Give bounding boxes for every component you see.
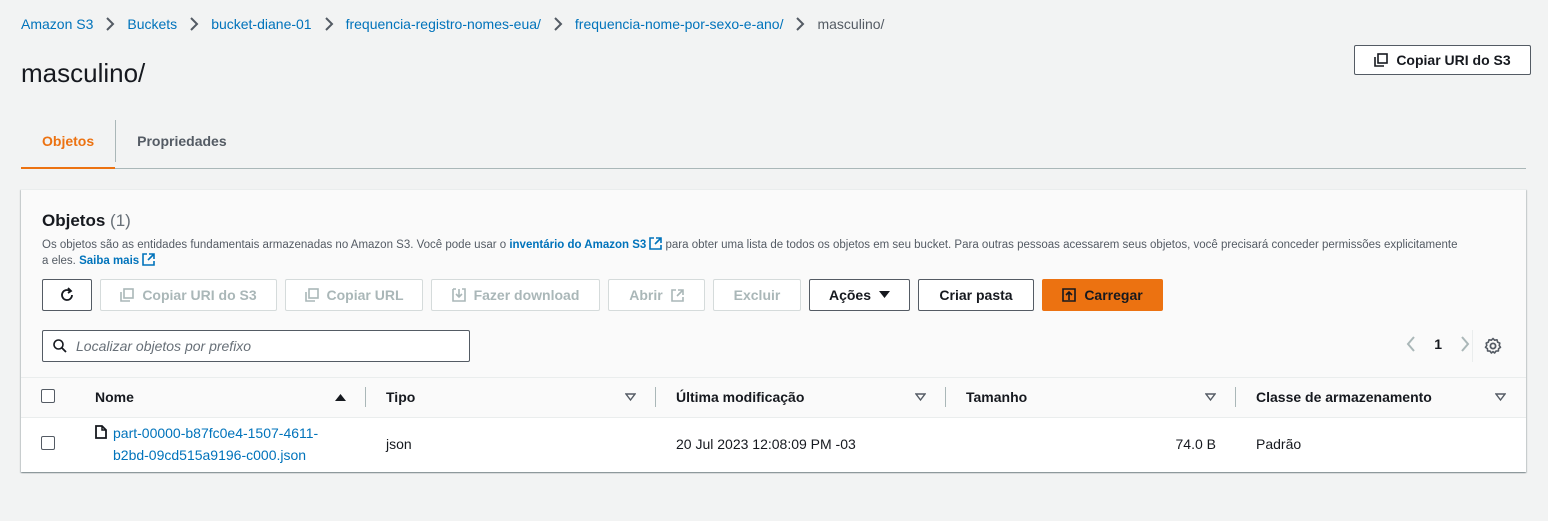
column-header-type[interactable]: Tipo: [366, 378, 656, 418]
select-all-header: [21, 378, 75, 418]
column-label-name: Nome: [95, 389, 134, 406]
breadcrumb-amazon-s3[interactable]: Amazon S3: [21, 16, 93, 32]
tab-objects[interactable]: Objetos: [21, 113, 116, 169]
learn-more-link[interactable]: Saiba mais: [79, 253, 155, 267]
breadcrumb-current: masculino/: [817, 16, 885, 32]
page-title: masculino/: [21, 58, 146, 88]
copy-icon: [120, 288, 135, 302]
download-label: Fazer download: [473, 287, 580, 303]
sort-icon[interactable]: [1495, 393, 1506, 402]
select-all-checkbox[interactable]: [41, 388, 55, 403]
copy-s3-uri-header-label: Copiar URI do S3: [1396, 52, 1511, 68]
pagination: 1: [1406, 336, 1470, 352]
delete-label: Excluir: [733, 287, 781, 303]
copy-url-label: Copiar URL: [326, 287, 404, 303]
objects-title-text: Objetos: [42, 211, 106, 230]
caret-down-icon: [879, 291, 891, 299]
open-label: Abrir: [629, 287, 663, 303]
breadcrumb-buckets[interactable]: Buckets: [127, 16, 177, 32]
external-link-icon: [142, 253, 155, 266]
column-label-storage-class: Classe de armazenamento: [1256, 389, 1432, 406]
copy-icon: [1374, 53, 1389, 67]
cell-storage-class: Padrão: [1256, 436, 1302, 453]
settings-icon[interactable]: [1484, 337, 1502, 355]
objects-toolbar: Copiar URI do S3 Copiar URL Fazer downlo…: [42, 279, 1163, 311]
table-row: part-00000-b87fc0e4-1507-4611- b2bd-09cd…: [21, 417, 1526, 471]
tab-properties[interactable]: Propriedades: [116, 113, 247, 168]
copy-icon: [304, 288, 319, 302]
column-header-modified[interactable]: Última modificação: [656, 378, 946, 418]
pagination-divider: [1472, 330, 1473, 362]
breadcrumb-bucket[interactable]: bucket-diane-01: [211, 16, 311, 32]
objects-panel: Objetos (1) Os objetos são as entidades …: [21, 189, 1526, 472]
objects-table: Nome Tipo Última modificação Tamanho Cla…: [21, 378, 1526, 471]
breadcrumb-folder-2[interactable]: frequencia-nome-por-sexo-e-ano/: [575, 16, 784, 32]
cell-size: 74.0 B: [1175, 436, 1216, 453]
search-icon: [53, 339, 67, 353]
table-header-row: Nome Tipo Última modificação Tamanho Cla…: [21, 378, 1526, 418]
chevron-right-icon: [553, 17, 563, 31]
chevron-right-icon: [105, 17, 115, 31]
breadcrumb: Amazon S3 Buckets bucket-diane-01 freque…: [21, 16, 884, 32]
chevron-right-icon: [324, 17, 334, 31]
cell-name: part-00000-b87fc0e4-1507-4611- b2bd-09cd…: [75, 417, 366, 471]
breadcrumb-folder-1[interactable]: frequencia-registro-nomes-eua/: [346, 16, 541, 32]
refresh-button[interactable]: [42, 279, 92, 311]
cell-modified: 20 Jul 2023 12:08:09 PM -03: [676, 436, 856, 453]
column-label-modified: Última modificação: [676, 389, 805, 406]
sort-icon[interactable]: [1205, 393, 1216, 402]
external-link-icon: [670, 288, 684, 302]
column-label-type: Tipo: [386, 389, 416, 406]
upload-icon: [1062, 288, 1077, 302]
file-icon: [95, 422, 107, 466]
external-link-icon: [649, 237, 663, 250]
inventory-link-label: inventário do Amazon S3: [509, 239, 647, 251]
delete-button[interactable]: Excluir: [713, 279, 801, 311]
column-label-size: Tamanho: [966, 389, 1028, 406]
column-header-storage-class[interactable]: Classe de armazenamento: [1236, 378, 1526, 418]
object-name-link[interactable]: part-00000-b87fc0e4-1507-4611- b2bd-09cd…: [113, 422, 318, 466]
copy-s3-uri-header-button[interactable]: Copiar URI do S3: [1354, 45, 1531, 75]
search-box: [42, 330, 470, 362]
sort-icon[interactable]: [915, 393, 926, 402]
column-header-name[interactable]: Nome: [75, 378, 366, 418]
create-folder-label: Criar pasta: [939, 287, 1013, 303]
upload-button[interactable]: Carregar: [1042, 279, 1163, 311]
row-select-cell: [21, 417, 75, 471]
chevron-right-icon: [795, 17, 805, 31]
object-name-part-2: b2bd-09cd515a9196-c000.json: [113, 447, 307, 464]
sort-ascending-icon[interactable]: [335, 393, 346, 402]
learn-more-label: Saiba mais: [79, 255, 140, 267]
open-button[interactable]: Abrir: [608, 279, 705, 311]
chevron-right-icon[interactable]: [1460, 336, 1470, 352]
copy-s3-uri-label: Copiar URI do S3: [142, 287, 257, 303]
refresh-icon: [59, 287, 75, 303]
chevron-right-icon: [189, 17, 199, 31]
copy-url-button[interactable]: Copiar URL: [285, 279, 423, 311]
description-text-1: Os objetos são as entidades fundamentais…: [42, 239, 510, 251]
cell-type: json: [386, 436, 412, 453]
download-icon: [451, 288, 466, 302]
actions-label: Ações: [828, 287, 872, 303]
tab-bar: Objetos Propriedades: [21, 113, 1526, 169]
object-name-part-1: part-00000-b87fc0e4-1507-4611-: [113, 425, 319, 442]
objects-panel-header: Objetos (1) Os objetos são as entidades …: [21, 190, 1526, 378]
search-input[interactable]: [76, 338, 456, 354]
copy-s3-uri-button[interactable]: Copiar URI do S3: [100, 279, 277, 311]
row-checkbox[interactable]: [41, 435, 55, 450]
inventory-link[interactable]: inventário do Amazon S3: [509, 237, 663, 251]
actions-dropdown[interactable]: Ações: [809, 279, 910, 311]
chevron-left-icon[interactable]: [1406, 336, 1416, 352]
sort-icon[interactable]: [625, 393, 636, 402]
objects-description: Os objetos são as entidades fundamentais…: [42, 237, 1462, 269]
page-number[interactable]: 1: [1434, 336, 1442, 352]
upload-label: Carregar: [1084, 287, 1143, 303]
download-button[interactable]: Fazer download: [431, 279, 600, 311]
create-folder-button[interactable]: Criar pasta: [918, 279, 1034, 311]
column-header-size[interactable]: Tamanho: [946, 378, 1236, 418]
objects-count: (1): [110, 211, 131, 230]
objects-panel-title: Objetos (1): [42, 211, 131, 231]
